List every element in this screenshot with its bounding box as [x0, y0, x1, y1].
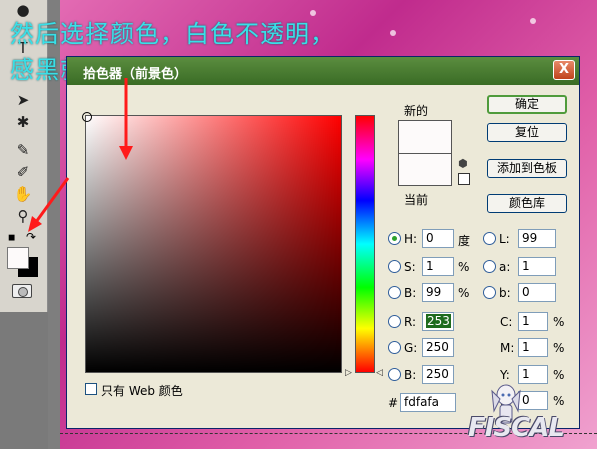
brightness-unit: %: [458, 286, 470, 300]
color-picker-marker[interactable]: [82, 112, 92, 122]
ok-button[interactable]: 确定: [487, 95, 567, 114]
lab-a-label: a:: [499, 260, 511, 274]
web-safe-cube-icon[interactable]: ⬢: [458, 157, 468, 170]
lab-l-label: L:: [499, 232, 510, 246]
hue-unit: 度: [458, 234, 471, 248]
lab-l-radio[interactable]: [483, 232, 496, 245]
lab-l-input[interactable]: 99: [518, 229, 556, 248]
saturation-label: S:: [404, 260, 416, 274]
red-label: R:: [404, 315, 417, 329]
hue-label: H:: [404, 232, 418, 246]
path-select-tool-icon[interactable]: ➤: [12, 90, 34, 110]
dialog-titlebar[interactable]: 拾色器（前景色） X: [67, 57, 579, 85]
watermark-logo: FISCAL: [468, 413, 565, 443]
cyan-label: C:: [500, 315, 513, 329]
magenta-label: M:: [500, 341, 515, 355]
close-button[interactable]: X: [553, 60, 575, 80]
sparkle: [530, 18, 536, 24]
blue-radio[interactable]: [388, 368, 401, 381]
add-to-swatches-button[interactable]: 添加到色板: [487, 159, 567, 178]
current-color-preview[interactable]: [398, 153, 452, 186]
hex-input[interactable]: fdfafa: [400, 393, 456, 412]
reset-button[interactable]: 复位: [487, 123, 567, 142]
saturation-radio[interactable]: [388, 260, 401, 273]
saturation-unit: %: [458, 260, 470, 274]
new-color-label: 新的: [404, 104, 429, 118]
brightness-input[interactable]: 99: [422, 283, 454, 302]
custom-shape-tool-icon[interactable]: ✱: [12, 112, 34, 132]
hue-slider[interactable]: [355, 115, 375, 373]
red-input-value: 253: [426, 314, 451, 328]
hue-slider-left-arrow-icon[interactable]: ▷: [345, 368, 352, 378]
cyan-input[interactable]: 1: [518, 312, 548, 331]
cyan-unit: %: [553, 315, 565, 329]
saturation-brightness-field[interactable]: [82, 112, 342, 373]
overlay-line-1: 然后选择颜色，白色不透明，: [10, 20, 335, 48]
current-color-label: 当前: [404, 193, 429, 207]
red-radio[interactable]: [388, 315, 401, 328]
green-input[interactable]: 250: [422, 338, 454, 357]
red-input[interactable]: 253: [422, 312, 454, 331]
color-picker-dialog: 拾色器（前景色） X ▷ ◁ 新的 当前 ⬢ 确定 复位 添加到色板 颜色库 H…: [66, 56, 580, 429]
lab-b-input[interactable]: 0: [518, 283, 556, 302]
default-colors-icon[interactable]: ◼: [8, 233, 15, 243]
hand-tool-icon[interactable]: ✋: [12, 184, 34, 204]
dialog-title: 拾色器（前景色）: [83, 67, 188, 82]
web-colors-only-label: 只有 Web 颜色: [101, 384, 183, 398]
green-radio[interactable]: [388, 341, 401, 354]
web-colors-only-checkbox[interactable]: [85, 383, 97, 395]
blue-input[interactable]: 250: [422, 365, 454, 384]
color-libraries-button[interactable]: 颜色库: [487, 194, 567, 213]
eyedropper-tool-icon[interactable]: ✐: [12, 162, 34, 182]
zoom-tool-icon[interactable]: ⚲: [12, 206, 34, 226]
black-unit: %: [553, 394, 565, 408]
lab-a-radio[interactable]: [483, 260, 496, 273]
lab-a-input[interactable]: 1: [518, 257, 556, 276]
hue-radio[interactable]: [388, 232, 401, 245]
quick-mask-icon[interactable]: [12, 284, 32, 298]
saturation-input[interactable]: 1: [422, 257, 454, 276]
yellow-label: Y:: [500, 368, 510, 382]
magenta-input[interactable]: 1: [518, 338, 548, 357]
new-color-preview: [398, 120, 452, 153]
magenta-unit: %: [553, 341, 565, 355]
lab-b-label: b:: [499, 286, 511, 300]
foreground-color-swatch[interactable]: [7, 247, 29, 269]
blue-label: B:: [404, 368, 417, 382]
sparkle: [390, 30, 396, 36]
brightness-label: B:: [404, 286, 417, 300]
panel-gutter: [0, 312, 48, 449]
hue-input[interactable]: 0: [422, 229, 454, 248]
hex-label: #: [388, 396, 399, 410]
swap-colors-icon[interactable]: ↷: [26, 230, 36, 244]
notes-tool-icon[interactable]: ✎: [12, 140, 34, 160]
hue-slider-right-arrow-icon[interactable]: ◁: [376, 368, 383, 378]
yellow-unit: %: [553, 368, 565, 382]
lab-b-radio[interactable]: [483, 286, 496, 299]
brightness-radio[interactable]: [388, 286, 401, 299]
green-label: G:: [404, 341, 418, 355]
web-safe-color-swatch[interactable]: [458, 173, 470, 185]
